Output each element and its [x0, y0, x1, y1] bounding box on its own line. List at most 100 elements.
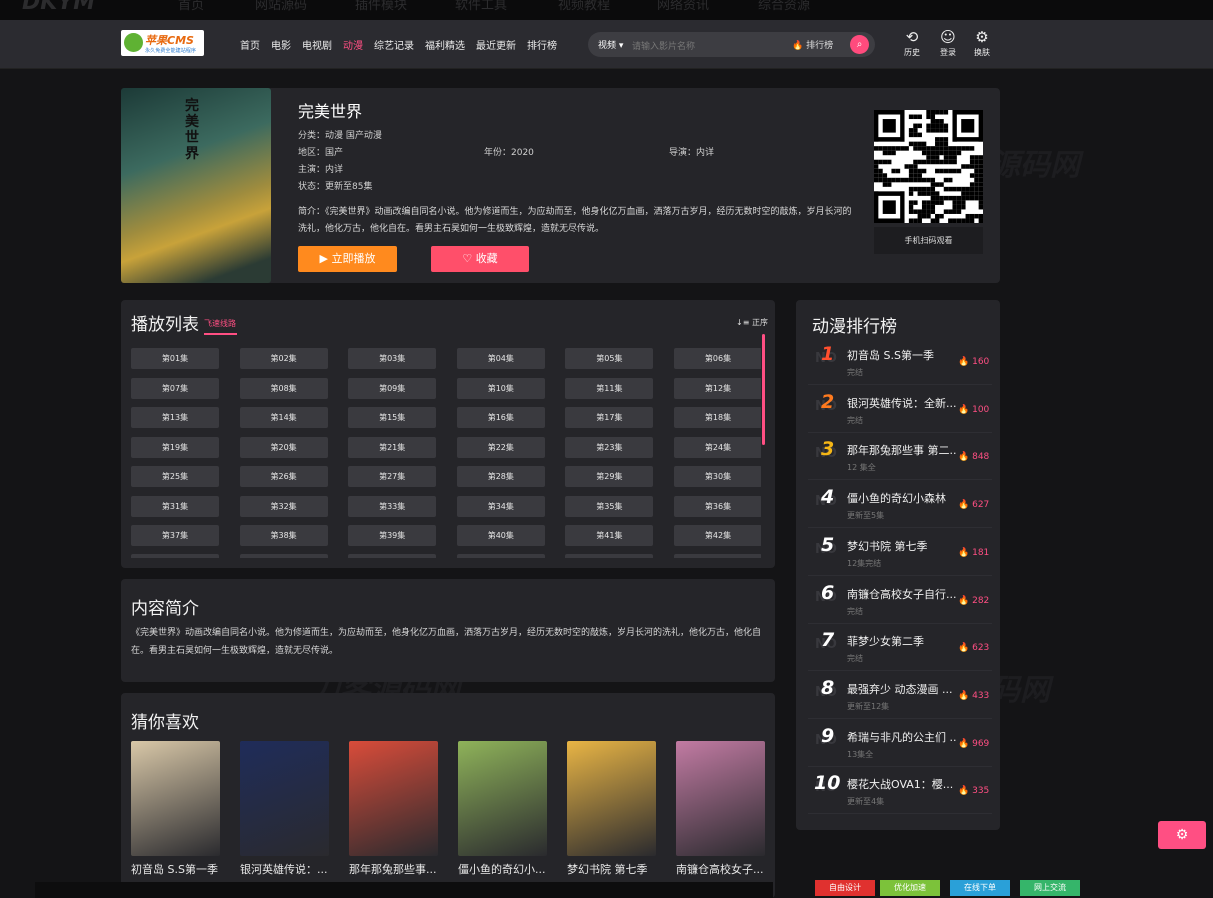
episode-button[interactable]: 第37集: [131, 525, 219, 546]
ranking-item[interactable]: NO 5 梦幻书院 第七季 12集完结 🔥 181: [808, 528, 992, 576]
ranking-item[interactable]: NO 2 银河英雄传说：全新... 完结 🔥 100: [808, 385, 992, 433]
episode-button[interactable]: [674, 554, 761, 558]
favorite-button[interactable]: ♡ 收藏: [431, 246, 529, 272]
recommend-name[interactable]: 僵小鱼的奇幻小...: [458, 861, 547, 877]
episode-button[interactable]: 第21集: [348, 436, 437, 458]
episode-button[interactable]: 第18集: [674, 407, 761, 428]
rank-title[interactable]: 初音岛 S.S第一季: [847, 347, 957, 363]
episode-button[interactable]: 第07集: [131, 377, 219, 399]
episode-button[interactable]: [565, 554, 654, 558]
top-strip-item[interactable]: 插件模块: [355, 0, 407, 13]
recommend-poster[interactable]: [240, 741, 329, 856]
tab-line-fast[interactable]: 飞速线路: [204, 318, 236, 329]
recommend-name[interactable]: 初音岛 S.S第一季: [131, 861, 220, 877]
episode-button[interactable]: 第09集: [348, 377, 437, 399]
recommend-poster[interactable]: [458, 741, 547, 856]
episode-button[interactable]: 第10集: [456, 377, 545, 399]
recommend-poster[interactable]: [131, 741, 220, 856]
episode-button[interactable]: 第22集: [456, 436, 545, 458]
top-strip-item[interactable]: DKYM: [22, 0, 95, 15]
top-strip-item[interactable]: 网络资讯: [657, 0, 709, 13]
nav-item[interactable]: 首页: [240, 37, 260, 52]
recommend-name[interactable]: 梦幻书院 第七季: [567, 861, 656, 877]
rank-title[interactable]: 南镰仓高校女子自行...: [847, 586, 957, 602]
nav-item[interactable]: 电视剧: [302, 37, 332, 52]
nav-item[interactable]: 福利精选: [425, 37, 465, 52]
top-strip-item[interactable]: 软件工具: [455, 0, 507, 13]
nav-item[interactable]: 电影: [271, 37, 291, 52]
episode-button[interactable]: 第30集: [674, 466, 761, 487]
search-icon[interactable]: ⌕: [850, 35, 869, 54]
episode-button[interactable]: 第26集: [239, 466, 328, 487]
rank-title[interactable]: 菲梦少女第二季: [847, 633, 957, 649]
recommend-poster[interactable]: [349, 741, 438, 856]
episode-button[interactable]: 第12集: [674, 377, 761, 399]
top-strip-item[interactable]: 视频教程: [558, 0, 610, 13]
episode-button[interactable]: 第23集: [565, 436, 654, 458]
episode-button[interactable]: 第20集: [239, 436, 328, 458]
ranking-item[interactable]: NO 7 菲梦少女第二季 完结 🔥 623: [808, 623, 992, 672]
nav-item[interactable]: 动漫: [343, 37, 363, 52]
recommend-name[interactable]: 那年那兔那些事...: [349, 861, 438, 877]
footer-button[interactable]: 自由设计: [815, 880, 875, 896]
settings-float-button[interactable]: ⚙: [1158, 821, 1206, 849]
episode-button[interactable]: 第35集: [565, 495, 654, 517]
episode-button[interactable]: 第03集: [348, 348, 437, 369]
rank-title[interactable]: 樱花大战OVA1：樱...: [847, 776, 957, 792]
episode-button[interactable]: 第32集: [239, 495, 328, 517]
ranking-item[interactable]: NO 1 初音岛 S.S第一季 完结 🔥 160: [808, 337, 992, 385]
episode-button[interactable]: 第33集: [348, 495, 437, 517]
episode-button[interactable]: 第05集: [565, 348, 654, 369]
episode-button[interactable]: 第02集: [239, 348, 328, 369]
episode-button[interactable]: 第42集: [674, 525, 761, 546]
ranking-item[interactable]: NO 6 南镰仓高校女子自行... 完结 🔥 282: [808, 576, 992, 624]
rank-title[interactable]: 僵小鱼的奇幻小森林: [847, 490, 957, 506]
episode-button[interactable]: 第06集: [674, 348, 761, 369]
footer-button[interactable]: 在线下单: [950, 880, 1010, 896]
recommend-name[interactable]: 银河英雄传说：...: [240, 861, 329, 877]
play-button[interactable]: ▶ 立即播放: [298, 246, 397, 272]
video-poster[interactable]: 完美世界: [121, 88, 271, 283]
episode-button[interactable]: 第36集: [674, 495, 761, 517]
ranking-item[interactable]: NO 10 樱花大战OVA1：樱... 更新至4集 🔥 335: [808, 766, 992, 815]
episode-button[interactable]: 第01集: [131, 348, 219, 369]
episode-button[interactable]: 第19集: [131, 436, 219, 458]
scrollbar[interactable]: [762, 334, 765, 445]
episode-button[interactable]: 第13集: [131, 407, 219, 428]
rank-title[interactable]: 最强弃少 动态漫画 ...: [847, 681, 957, 697]
sort-button[interactable]: ↓≡ 正序: [736, 317, 768, 328]
top-strip-item[interactable]: 网站源码: [255, 0, 307, 13]
episode-button[interactable]: 第25集: [131, 466, 219, 487]
recommend-card[interactable]: 那年那兔那些事...: [349, 741, 438, 877]
episode-button[interactable]: 第14集: [239, 407, 328, 428]
ranking-item[interactable]: NO 4 僵小鱼的奇幻小森林 更新至5集 🔥 627: [808, 480, 992, 529]
nav-item[interactable]: 综艺记录: [374, 37, 414, 52]
rank-title[interactable]: 银河英雄传说：全新...: [847, 395, 957, 411]
episode-button[interactable]: 第40集: [456, 525, 545, 546]
theme-button[interactable]: ⚙ 换肤: [970, 29, 994, 58]
episode-button[interactable]: 第34集: [456, 495, 545, 517]
recommend-poster[interactable]: [567, 741, 656, 856]
top-strip-item[interactable]: 综合资源: [758, 0, 810, 13]
ranking-item[interactable]: NO 9 希瑞与非凡的公主们 ... 13集全 🔥 969: [808, 719, 992, 767]
episode-button[interactable]: [348, 554, 437, 558]
episode-button[interactable]: 第31集: [131, 495, 219, 517]
episode-button[interactable]: 第16集: [456, 407, 545, 428]
episode-button[interactable]: 第39集: [348, 525, 437, 546]
episode-button[interactable]: 第08集: [239, 377, 328, 399]
top-strip-item[interactable]: 首页: [178, 0, 204, 13]
recommend-name[interactable]: 南镰仓高校女子...: [676, 861, 765, 877]
episode-button[interactable]: 第15集: [348, 407, 437, 428]
recommend-card[interactable]: 南镰仓高校女子...: [676, 741, 765, 877]
recommend-poster[interactable]: [676, 741, 765, 856]
episode-button[interactable]: [131, 554, 219, 558]
rank-title[interactable]: 梦幻书院 第七季: [847, 538, 957, 554]
episode-button[interactable]: 第38集: [239, 525, 328, 546]
nav-item[interactable]: 最近更新: [476, 37, 516, 52]
ranking-item[interactable]: NO 3 那年那兔那些事 第二... 12 集全 🔥 848: [808, 432, 992, 481]
history-button[interactable]: ⟲ 历史: [900, 29, 924, 58]
recommend-card[interactable]: 初音岛 S.S第一季: [131, 741, 220, 877]
footer-button[interactable]: 网上交流: [1020, 880, 1080, 896]
login-button[interactable]: ☺ 登录: [936, 29, 960, 58]
episode-button[interactable]: 第41集: [565, 525, 654, 546]
